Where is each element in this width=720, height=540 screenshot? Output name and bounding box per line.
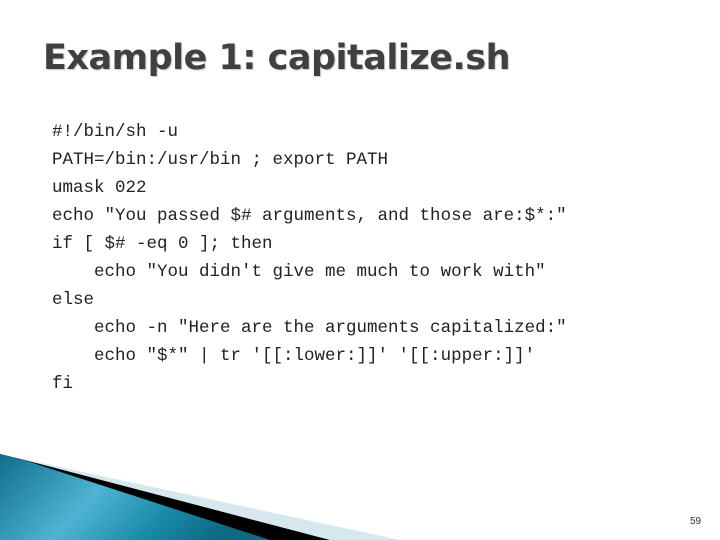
code-line: echo "You didn't give me much to work wi…	[52, 262, 546, 282]
code-line: echo "$*" | tr '[[:lower:]]' '[[:upper:]…	[52, 346, 536, 366]
swoosh-teal-band	[0, 454, 270, 540]
code-line: echo -n "Here are the arguments capitali…	[52, 318, 567, 338]
code-block: #!/bin/sh -u PATH=/bin:/usr/bin ; export …	[52, 118, 567, 398]
code-line: echo "You passed $# arguments, and those…	[52, 206, 567, 226]
code-line: PATH=/bin:/usr/bin ; export PATH	[52, 150, 389, 170]
code-line: #!/bin/sh -u	[52, 122, 179, 142]
code-line: umask 022	[52, 178, 147, 198]
page-number: 59	[690, 516, 702, 527]
code-line: fi	[52, 374, 74, 394]
code-line: else	[52, 290, 95, 310]
decorative-swoosh	[0, 454, 400, 540]
code-line: if [ $# -eq 0 ]; then	[52, 234, 273, 254]
slide-title: Example 1: capitalize.sh	[43, 38, 511, 78]
slide: Example 1: capitalize.sh #!/bin/sh -u PAT…	[0, 0, 720, 540]
